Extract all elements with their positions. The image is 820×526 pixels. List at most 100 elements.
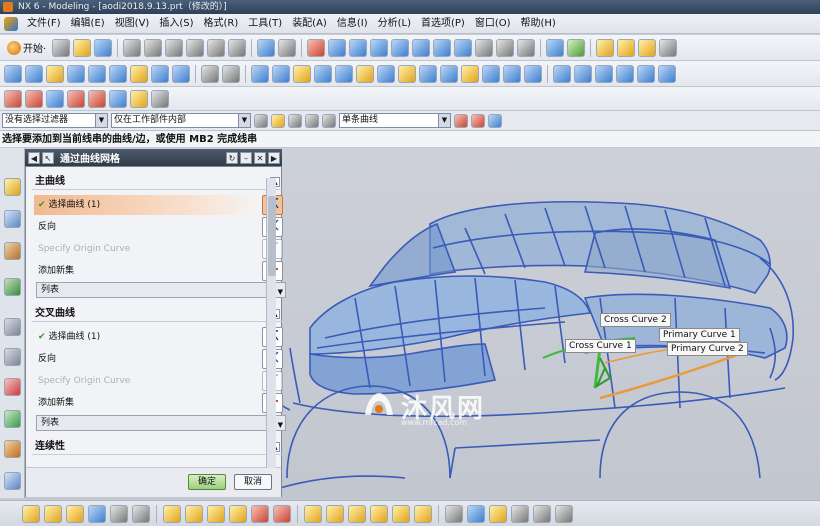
zoom-window-icon[interactable] xyxy=(328,38,347,57)
offset-curve-icon[interactable] xyxy=(109,89,127,108)
dialog-minimize-icon[interactable]: – xyxy=(240,151,252,164)
zoom-icon[interactable] xyxy=(349,38,368,57)
undo-icon[interactable] xyxy=(207,38,226,57)
swept-surface-icon[interactable] xyxy=(616,64,634,83)
open-folder-icon[interactable] xyxy=(73,38,92,57)
menu-view[interactable]: 视图(V) xyxy=(110,14,155,34)
offset-face-icon[interactable] xyxy=(440,64,458,83)
layer-settings-icon[interactable] xyxy=(546,38,565,57)
follow-fillet-icon[interactable] xyxy=(471,113,485,128)
deselect-icon[interactable] xyxy=(305,113,319,128)
sketch-icon[interactable] xyxy=(4,64,22,83)
system-materials-icon[interactable] xyxy=(4,348,21,366)
curve-analysis-icon[interactable] xyxy=(489,504,507,523)
cancel-button[interactable]: 取消 xyxy=(234,474,272,490)
quadrant-point-icon[interactable] xyxy=(163,504,181,523)
type-filter-dropdown[interactable]: 没有选择过滤器 ▼ xyxy=(2,113,108,128)
measure-distance-icon[interactable] xyxy=(445,504,463,523)
csys-dropdown-icon[interactable] xyxy=(222,64,240,83)
chamfer-icon[interactable] xyxy=(377,64,395,83)
spline-icon[interactable] xyxy=(67,89,85,108)
system-scenes-icon[interactable] xyxy=(4,472,21,490)
intersection-snap-icon[interactable] xyxy=(110,504,128,523)
render-style-icon[interactable] xyxy=(433,38,452,57)
fit-view-icon[interactable] xyxy=(307,38,326,57)
more-curves-icon[interactable] xyxy=(151,89,169,108)
midpoint-snap-icon[interactable] xyxy=(66,504,84,523)
hole-icon[interactable] xyxy=(88,64,106,83)
pocket-icon[interactable] xyxy=(130,64,148,83)
menu-format[interactable]: 格式(R) xyxy=(199,14,244,34)
suppress-icon[interactable] xyxy=(370,504,388,523)
intersect-icon[interactable] xyxy=(293,64,311,83)
primary-list-toggle[interactable]: 列表 ▼ xyxy=(36,282,286,298)
menu-tools[interactable]: 工具(T) xyxy=(243,14,287,34)
point-constructor-icon[interactable] xyxy=(22,504,40,523)
draft-icon[interactable] xyxy=(419,64,437,83)
scrollbar-thumb[interactable] xyxy=(268,196,276,276)
curve-rule-dropdown[interactable]: 单条曲线 ▼ xyxy=(339,113,451,128)
menu-insert[interactable]: 插入(S) xyxy=(154,14,198,34)
point-on-curve-icon[interactable] xyxy=(207,504,225,523)
ok-button[interactable]: 确定 xyxy=(188,474,226,490)
through-curve-mesh-icon[interactable] xyxy=(595,64,613,83)
n-sided-surface-icon[interactable] xyxy=(637,64,655,83)
dialog-close-icon[interactable]: ✕ xyxy=(254,151,266,164)
pattern-icon[interactable] xyxy=(461,64,479,83)
circle-icon[interactable] xyxy=(46,89,64,108)
more-analysis-icon[interactable] xyxy=(555,504,573,523)
menu-edit[interactable]: 编辑(E) xyxy=(66,14,110,34)
datum-plane-icon[interactable] xyxy=(201,64,219,83)
boss-icon[interactable] xyxy=(109,64,127,83)
start-button[interactable]: 开始· xyxy=(4,40,49,55)
arc-center-icon[interactable] xyxy=(132,504,150,523)
selection-scope-dropdown[interactable]: 仅在工作部件内部 ▼ xyxy=(111,113,251,128)
primary-select-curve-row[interactable]: ✔ 选择曲线 (1) xyxy=(34,195,264,215)
app-menu-icon[interactable] xyxy=(4,16,18,31)
snap-settings-icon[interactable] xyxy=(254,113,268,128)
redo-icon[interactable] xyxy=(228,38,247,57)
assembly-navigator-icon[interactable] xyxy=(4,178,21,196)
cross-select-curve-row[interactable]: ✔ 选择曲线 (1) xyxy=(34,327,264,347)
snap-point-icon[interactable] xyxy=(271,113,285,128)
project-curve-icon[interactable] xyxy=(130,89,148,108)
paste-icon[interactable] xyxy=(165,38,184,57)
shaded-icon[interactable] xyxy=(475,38,494,57)
primary-curves-section[interactable]: 主曲线 ▲ xyxy=(32,174,284,190)
menu-preferences[interactable]: 首选项(P) xyxy=(416,14,470,34)
fix-point-icon[interactable] xyxy=(273,504,291,523)
pad-icon[interactable] xyxy=(151,64,169,83)
menu-help[interactable]: 帮助(H) xyxy=(516,14,561,34)
copy-icon[interactable] xyxy=(144,38,163,57)
trim-body-icon[interactable] xyxy=(314,64,332,83)
existing-point-icon[interactable] xyxy=(185,504,203,523)
csys-icon[interactable] xyxy=(638,38,657,57)
body-select-icon[interactable] xyxy=(488,113,502,128)
reuse-library-icon[interactable] xyxy=(4,242,21,260)
edit-parameters-icon[interactable] xyxy=(326,504,344,523)
dialog-scrollbar[interactable] xyxy=(266,178,276,468)
menu-analysis[interactable]: 分析(L) xyxy=(373,14,416,34)
measure-angle-icon[interactable] xyxy=(467,504,485,523)
unsuppress-icon[interactable] xyxy=(392,504,410,523)
split-body-icon[interactable] xyxy=(335,64,353,83)
cross-curves-section[interactable]: 交叉曲线 ▲ xyxy=(32,306,284,322)
selection-box-icon[interactable] xyxy=(322,113,336,128)
mirror-icon[interactable] xyxy=(482,64,500,83)
menu-file[interactable]: 文件(F) xyxy=(22,14,66,34)
history-icon[interactable] xyxy=(4,318,21,336)
pan-icon[interactable] xyxy=(370,38,389,57)
sew-icon[interactable] xyxy=(524,64,542,83)
edge-blend-icon[interactable] xyxy=(356,64,374,83)
dialog-expand-icon[interactable]: ▶ xyxy=(268,151,280,164)
extrude-icon[interactable] xyxy=(25,64,43,83)
new-file-icon[interactable] xyxy=(52,38,71,57)
edit-object-icon[interactable] xyxy=(659,38,678,57)
select-all-icon[interactable] xyxy=(288,113,302,128)
revolve-icon[interactable] xyxy=(46,64,64,83)
block-icon[interactable] xyxy=(172,64,190,83)
studio-spline-icon[interactable] xyxy=(88,89,106,108)
edit-feature-icon[interactable] xyxy=(304,504,322,523)
control-point-icon[interactable] xyxy=(88,504,106,523)
replace-feature-icon[interactable] xyxy=(414,504,432,523)
